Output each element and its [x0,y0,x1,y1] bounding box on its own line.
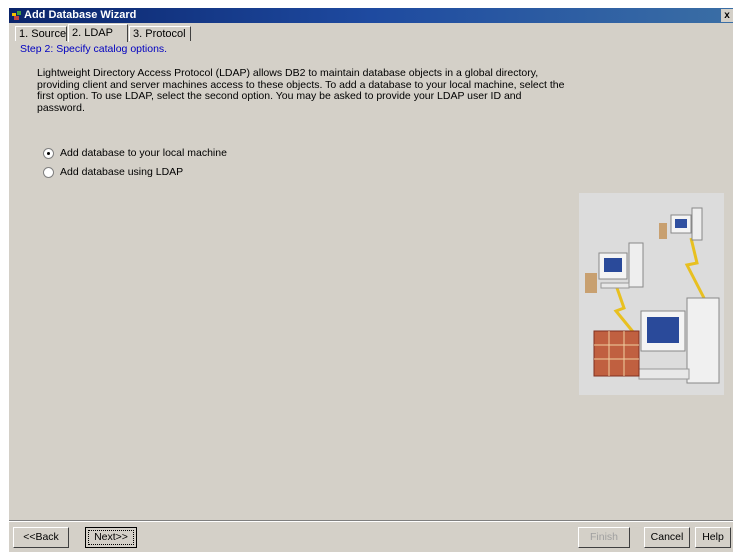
close-button[interactable]: x [721,9,733,22]
back-button[interactable]: <<Back [13,527,69,548]
tab-ldap[interactable]: 2. LDAP [68,24,128,42]
window-title: Add Database Wizard [24,9,137,21]
db2-app-icon [12,11,21,20]
tab-source[interactable]: 1. Source [15,26,67,41]
network-computers-illustration [579,193,724,395]
finish-button[interactable]: Finish [578,527,630,548]
radio-ldap[interactable] [43,166,54,178]
help-button[interactable]: Help [695,527,731,548]
option-ldap-label: Add database using LDAP [60,166,184,178]
title-bar[interactable]: Add Database Wizard x [9,8,733,23]
radio-local-machine[interactable] [43,147,54,159]
option-local-machine[interactable]: Add database to your local machine [43,146,227,160]
option-local-machine-label: Add database to your local machine [60,147,227,159]
tab-protocol[interactable]: 3. Protocol [129,26,191,41]
option-ldap[interactable]: Add database using LDAP [43,165,183,179]
next-button[interactable]: Next>> [85,527,137,548]
step-heading: Step 2: Specify catalog options. [20,43,168,55]
wizard-window: Add Database Wizard x 1. Source 2. LDAP … [9,8,733,552]
ldap-description: Lightweight Directory Access Protocol (L… [37,67,565,114]
button-separator [9,520,733,522]
cancel-button[interactable]: Cancel [644,527,690,548]
